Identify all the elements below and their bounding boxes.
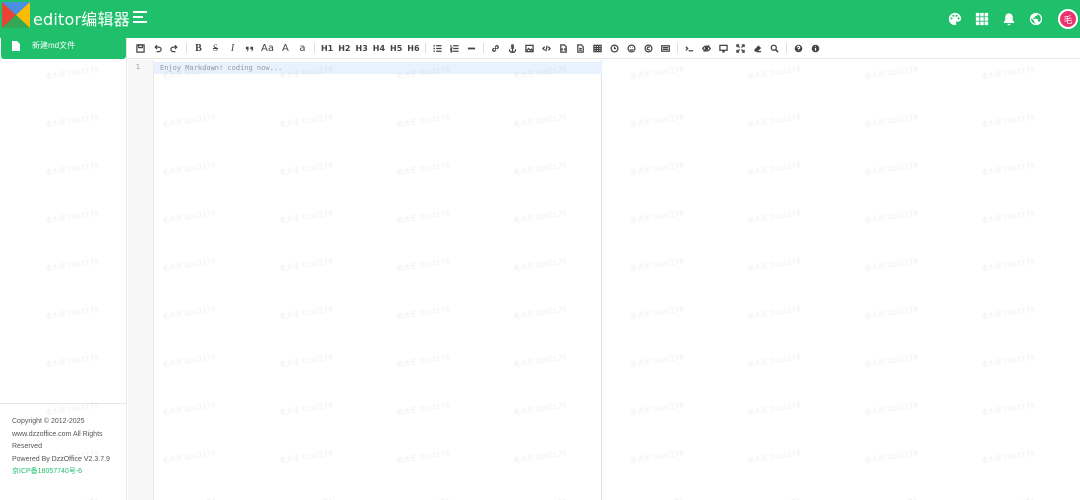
new-md-file-button[interactable]: 新建md文件	[1, 32, 126, 59]
powered-by-text: Powered By DzzOffice V2.3.7.9	[12, 455, 110, 463]
bold-button[interactable]: B	[193, 41, 204, 55]
help-icon[interactable]	[793, 41, 804, 55]
italic-button[interactable]: I	[227, 41, 238, 55]
strikethrough-button[interactable]: S	[210, 41, 221, 55]
link-icon[interactable]	[490, 41, 501, 55]
save-icon[interactable]	[135, 41, 146, 55]
heading-2-button[interactable]: H2	[338, 41, 350, 55]
top-icon-group: 毛	[948, 0, 1080, 38]
editor-toolbar: B S I Aa A a H1 H2 H3 H4 H5 H6	[128, 38, 1080, 59]
image-icon[interactable]	[524, 41, 535, 55]
heading-1-button[interactable]: H1	[321, 41, 333, 55]
toolbar-divider	[785, 43, 787, 53]
copyright-text: Copyright © 2012-2025	[12, 418, 85, 425]
apps-grid-icon[interactable]	[975, 12, 989, 26]
sidebar: 新建md文件 Copyright © 2012-2025 www.dzzoffi…	[0, 32, 127, 500]
heading-4-button[interactable]: H4	[373, 41, 385, 55]
toolbar-divider	[424, 43, 426, 53]
code-icon[interactable]	[541, 41, 552, 55]
globe-icon[interactable]	[1029, 12, 1043, 26]
search-icon[interactable]	[769, 41, 780, 55]
goto-line-icon[interactable]	[684, 41, 695, 55]
unordered-list-icon[interactable]	[432, 41, 443, 55]
quote-icon[interactable]	[244, 41, 255, 55]
user-avatar[interactable]: 毛	[1058, 9, 1078, 29]
ordered-list-icon[interactable]	[449, 41, 460, 55]
watch-icon[interactable]	[701, 41, 712, 55]
horizontal-rule-icon[interactable]	[466, 41, 477, 55]
toolbar-divider	[313, 43, 315, 53]
clear-icon[interactable]	[752, 41, 763, 55]
icp-link[interactable]: 京ICP备18057740号-6	[12, 466, 126, 479]
site-text: www.dzzoffice.com All Rights	[12, 430, 103, 438]
redo-icon[interactable]	[169, 41, 180, 55]
toolbar-divider	[186, 43, 187, 53]
page-break-icon[interactable]	[660, 41, 671, 55]
undo-icon[interactable]	[152, 41, 163, 55]
app-title: editor编辑器	[33, 10, 130, 29]
heading-6-button[interactable]: H6	[407, 41, 419, 55]
toolbar-divider	[676, 43, 678, 53]
line-number-gutter: 1	[128, 60, 154, 500]
new-md-file-label: 新建md文件	[32, 41, 76, 50]
uppercase-button[interactable]: A	[280, 41, 291, 55]
app-logo-icon	[2, 2, 30, 28]
datetime-icon[interactable]	[609, 41, 620, 55]
bell-icon[interactable]	[1002, 12, 1016, 26]
preformatted-code-icon[interactable]	[558, 41, 569, 55]
palette-icon[interactable]	[948, 12, 962, 26]
heading-3-button[interactable]: H3	[356, 41, 368, 55]
preview-icon[interactable]	[718, 41, 729, 55]
toolbar-divider	[482, 43, 484, 53]
reserved-text: Reserved	[12, 443, 42, 451]
html-entities-icon[interactable]	[643, 41, 654, 55]
code-block-icon[interactable]	[575, 41, 586, 55]
emoji-icon[interactable]	[626, 41, 637, 55]
top-bar: editor编辑器 毛	[0, 0, 1080, 38]
sidebar-footer: Copyright © 2012-2025 www.dzzoffice.com …	[0, 403, 126, 500]
fullscreen-icon[interactable]	[735, 41, 746, 55]
lowercase-button[interactable]: a	[297, 41, 308, 55]
markdown-editor[interactable]: Enjoy Markdown! coding now...	[154, 60, 602, 500]
font-size-button[interactable]: Aa	[261, 41, 274, 55]
menu-toggle-icon[interactable]	[133, 11, 147, 25]
info-icon[interactable]	[810, 41, 821, 55]
line-number: 1	[135, 63, 140, 71]
file-icon	[12, 40, 20, 51]
heading-5-button[interactable]: H5	[390, 41, 402, 55]
table-icon[interactable]	[592, 41, 603, 55]
editor-placeholder-text: Enjoy Markdown! coding now...	[160, 64, 283, 72]
markdown-preview-pane	[603, 60, 1080, 500]
anchor-icon[interactable]	[507, 41, 518, 55]
